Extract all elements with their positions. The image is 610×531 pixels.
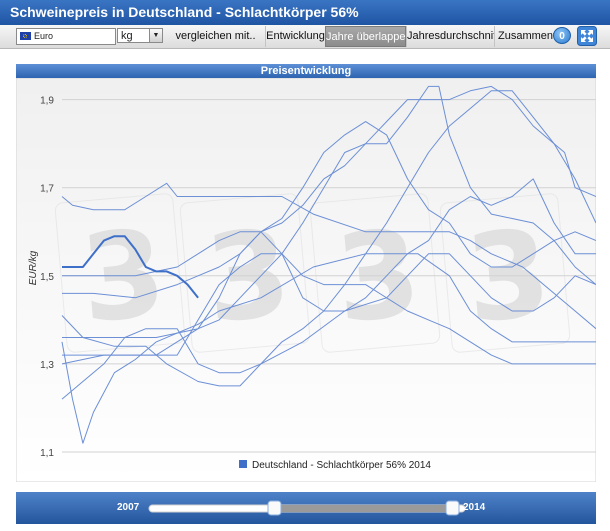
tab-jahre-ueberlappen[interactable]: Jahre überlappen xyxy=(325,26,406,47)
range-end-year: 2014 xyxy=(463,502,486,513)
toolbar: Euro kg ▼ vergleichen mit.. Entwicklung … xyxy=(0,25,610,49)
svg-text:3: 3 xyxy=(200,204,295,350)
tab-zusammenfassung[interactable]: Zusammenfass xyxy=(494,26,554,47)
range-slider-bar: 2007 2014 xyxy=(16,492,596,524)
tab-jahresdurchschnitt[interactable]: Jahresdurchschnitt xyxy=(406,26,494,47)
svg-text:3: 3 xyxy=(330,204,425,350)
slider-handle-start[interactable] xyxy=(267,500,282,516)
range-slider[interactable] xyxy=(144,500,470,516)
fullscreen-icon[interactable] xyxy=(577,26,597,46)
unit-value: kg xyxy=(121,30,133,42)
legend-label: Deutschland - Schlachtkörper 56% 2014 xyxy=(252,460,431,471)
y-tick-label: 1,9 xyxy=(40,96,54,107)
chart-panel-title: Preisentwicklung xyxy=(16,64,596,78)
y-tick-label: 1,7 xyxy=(40,184,54,195)
svg-text:3: 3 xyxy=(460,204,555,350)
eu-flag-icon xyxy=(20,32,31,40)
currency-value: Euro xyxy=(34,31,54,41)
legend-swatch xyxy=(239,460,247,468)
slider-handle-end[interactable] xyxy=(445,500,460,516)
chart-svg: 3 3 3 3 1,11,31,51,71,9 EUR/kg Deutschla… xyxy=(15,77,597,483)
chevron-down-icon[interactable]: ▼ xyxy=(149,29,162,42)
y-tick-label: 1,1 xyxy=(40,448,54,459)
price-chart: 3 3 3 3 1,1 1,3 1,5 1,7 1,9 EUR/kg Deutschla… xyxy=(15,77,597,483)
legend: Deutschland - Schlachtkörper 56% 2014 xyxy=(239,460,431,471)
tab-entwicklung[interactable]: Entwicklung xyxy=(265,26,325,47)
currency-select[interactable]: Euro xyxy=(16,28,116,45)
compare-button[interactable]: vergleichen mit.. xyxy=(166,26,265,47)
y-axis-label: EUR/kg xyxy=(28,250,39,285)
window-title: Schweinepreis in Deutschland - Schlachtk… xyxy=(0,0,610,25)
unit-select[interactable]: kg ▼ xyxy=(117,28,163,43)
range-start-year: 2007 xyxy=(117,502,140,513)
y-tick-label: 1,5 xyxy=(40,272,54,283)
y-tick-label: 1,3 xyxy=(40,360,54,371)
notification-badge[interactable]: 0 xyxy=(553,27,571,44)
slider-selected-range xyxy=(275,505,451,512)
